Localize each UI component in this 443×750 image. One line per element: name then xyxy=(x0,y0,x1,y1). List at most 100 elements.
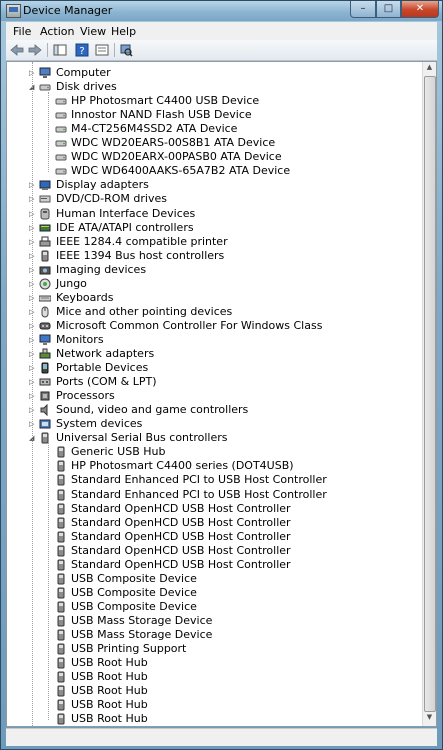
vertical-scrollbar[interactable]: ▲ ▼ xyxy=(422,62,436,726)
tree-category[interactable]: ▷ Monitors xyxy=(7,333,425,347)
scroll-thumb[interactable] xyxy=(424,76,436,712)
tree-category[interactable]: ▷ IEEE 1394 Bus host controllers xyxy=(7,249,425,263)
tree-category[interactable]: ▷ Sound, video and game controllers xyxy=(7,403,425,417)
tree-item-label: Standard OpenHCD USB Host Controller xyxy=(71,557,291,571)
disk-icon xyxy=(55,95,67,107)
tree-device[interactable]: USB Root Hub xyxy=(7,670,425,684)
monitor-icon xyxy=(39,334,51,346)
tree-category[interactable]: ▷ Processors xyxy=(7,389,425,403)
forward-arrow-icon[interactable] xyxy=(27,42,43,58)
menu-view[interactable]: View xyxy=(80,25,106,38)
svg-text:?: ? xyxy=(79,46,84,57)
show-hide-tree-icon[interactable] xyxy=(52,42,68,58)
tree-device[interactable]: Standard OpenHCD USB Host Controller xyxy=(7,516,425,530)
tree-item-label: IDE ATA/ATAPI controllers xyxy=(56,220,194,234)
tree-item-label: Mice and other pointing devices xyxy=(56,304,233,318)
system-icon xyxy=(39,418,51,430)
menu-file[interactable]: File xyxy=(13,25,31,38)
tree-category[interactable]: ▷ System devices xyxy=(7,417,425,431)
tree-device[interactable]: USB Composite Device xyxy=(7,572,425,586)
tree-device[interactable]: Standard Enhanced PCI to USB Host Contro… xyxy=(7,488,425,502)
help-icon[interactable]: ? xyxy=(74,42,90,58)
tree-guide-line xyxy=(48,443,49,721)
usb-icon xyxy=(55,474,67,486)
tree-item-label: Innostor NAND Flash USB Device xyxy=(71,108,252,122)
tree-category[interactable]: ▷ Jungo xyxy=(7,277,425,291)
device-manager-window: Device Manager – □ ✕ File Action View He… xyxy=(0,0,443,750)
printer-icon xyxy=(39,236,51,248)
tree-device[interactable]: WDC WD20EARX-00PASB0 ATA Device xyxy=(7,150,425,164)
tree-item-label: WDC WD6400AAKS-65A7B2 ATA Device xyxy=(71,164,291,178)
tree-item-label: Standard OpenHCD USB Host Controller xyxy=(71,529,291,543)
tree-device[interactable]: USB Root Hub xyxy=(7,656,425,670)
disk-icon xyxy=(55,151,67,163)
tree-category[interactable]: ▷ IEEE 1284.4 compatible printer xyxy=(7,235,425,249)
tree-item-label: Standard OpenHCD USB Host Controller xyxy=(71,515,291,529)
tree-category[interactable]: ▷ IDE ATA/ATAPI controllers xyxy=(7,221,425,235)
tree-item-label: Universal Serial Bus controllers xyxy=(56,431,228,445)
tree-item-label: Standard Enhanced PCI to USB Host Contro… xyxy=(71,487,327,501)
tree-category[interactable]: ▷ Portable Devices xyxy=(7,361,425,375)
tree-device[interactable]: WDC WD20EARS-00S8B1 ATA Device xyxy=(7,136,425,150)
tree-item-label: USB Root Hub xyxy=(71,684,148,698)
back-arrow-icon[interactable] xyxy=(9,42,25,58)
disk-icon xyxy=(55,165,67,177)
tree-category[interactable]: ▷ Network adapters xyxy=(7,347,425,361)
tree-category[interactable]: ▷ DVD/CD-ROM drives xyxy=(7,192,425,206)
tree-category[interactable]: ◢ Universal Serial Bus controllers xyxy=(7,431,425,445)
scroll-down-button[interactable]: ▼ xyxy=(424,713,435,725)
tree-category[interactable]: ▷ Microsoft Common Controller For Windows… xyxy=(7,319,425,333)
mouse-icon xyxy=(39,306,51,318)
minimize-button[interactable]: – xyxy=(350,1,376,18)
usb-icon xyxy=(55,517,67,529)
menu-help[interactable]: Help xyxy=(111,25,136,38)
tree-item-label: IEEE 1394 Bus host controllers xyxy=(56,248,225,262)
scroll-up-button[interactable]: ▲ xyxy=(424,63,435,75)
menu-bar: File Action View Help xyxy=(6,22,437,40)
tree-device[interactable]: Standard OpenHCD USB Host Controller xyxy=(7,558,425,572)
tree-device[interactable]: USB Mass Storage Device xyxy=(7,628,425,642)
tree-device[interactable]: Generic USB Hub xyxy=(7,445,425,459)
tree-category[interactable]: ▷ Display adapters xyxy=(7,178,425,192)
tree-item-label: USB Root Hub xyxy=(71,656,148,670)
tree-category[interactable]: ◢ Disk drives xyxy=(7,80,425,94)
tree-device[interactable]: Standard Enhanced PCI to USB Host Contro… xyxy=(7,473,425,487)
keyboard-icon xyxy=(38,292,52,304)
tree-item-label: Display adapters xyxy=(56,178,149,192)
tree-category[interactable]: ▷ Keyboards xyxy=(7,291,425,305)
tree-category[interactable]: ▷ Ports (COM & LPT) xyxy=(7,375,425,389)
tree-item-label: USB Composite Device xyxy=(71,599,197,613)
scan-hardware-icon[interactable] xyxy=(118,42,134,58)
tree-device[interactable]: Standard OpenHCD USB Host Controller xyxy=(7,502,425,516)
tree-item-label: Human Interface Devices xyxy=(56,206,196,220)
tree-device[interactable]: USB Composite Device xyxy=(7,586,425,600)
tree-category[interactable]: ▷ Imaging devices xyxy=(7,263,425,277)
tree-device[interactable]: M4-CT256M4SSD2 ATA Device xyxy=(7,122,425,136)
tree-device[interactable]: HP Photosmart C4400 series (DOT4USB) xyxy=(7,459,425,473)
display-icon xyxy=(39,179,51,191)
tree-device[interactable]: Standard OpenHCD USB Host Controller xyxy=(7,530,425,544)
maximize-button[interactable]: □ xyxy=(376,1,401,18)
tree-device[interactable]: Innostor NAND Flash USB Device xyxy=(7,108,425,122)
tree-device[interactable]: USB Root Hub xyxy=(7,698,425,712)
menu-action[interactable]: Action xyxy=(40,25,74,38)
tree-device[interactable]: USB Root Hub xyxy=(7,712,425,726)
tree-device[interactable]: USB Composite Device xyxy=(7,600,425,614)
tree-device[interactable]: Standard OpenHCD USB Host Controller xyxy=(7,544,425,558)
tree-category[interactable]: ▷ Human Interface Devices xyxy=(7,207,425,221)
tree-device[interactable]: WDC WD6400AAKS-65A7B2 ATA Device xyxy=(7,164,425,178)
tree-item-label: HP Photosmart C4400 series (DOT4USB) xyxy=(71,459,294,473)
tree-category[interactable]: ▷ Mice and other pointing devices xyxy=(7,305,425,319)
tree-item-label: Ports (COM & LPT) xyxy=(56,375,157,389)
device-manager-icon xyxy=(6,4,21,18)
tree-device[interactable]: HP Photosmart C4400 USB Device xyxy=(7,94,425,108)
dvd-icon xyxy=(39,193,51,205)
properties-icon[interactable] xyxy=(94,42,110,58)
title-bar[interactable]: Device Manager – □ ✕ xyxy=(1,1,442,21)
tree-device[interactable]: USB Printing Support xyxy=(7,642,425,656)
tree-device[interactable]: USB Mass Storage Device xyxy=(7,614,425,628)
tree-device[interactable]: USB Root Hub xyxy=(7,684,425,698)
tree-category[interactable]: ▷ Computer xyxy=(7,66,425,80)
close-button[interactable]: ✕ xyxy=(401,1,439,18)
hid-icon xyxy=(39,208,51,220)
